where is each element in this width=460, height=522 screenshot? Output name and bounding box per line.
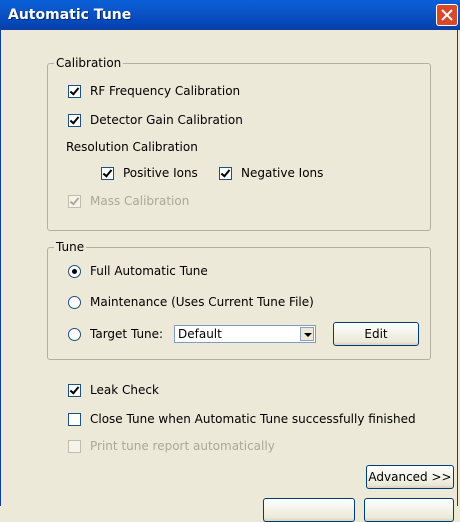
detector-gain-checkbox[interactable]: Detector Gain Calibration [68,111,243,129]
title-bar: Automatic Tune [0,0,460,30]
positive-ions-checkbox-box[interactable] [101,166,114,180]
resolution-calibration-text: Resolution Calibration [66,140,198,154]
rf-frequency-checkbox[interactable]: RF Frequency Calibration [68,82,240,100]
close-tune-checkbox-box[interactable] [68,412,81,426]
mass-calibration-label: Mass Calibration [90,194,190,208]
mass-calibration-checkbox[interactable]: Mass Calibration [68,192,189,210]
leak-check-checkbox-box[interactable] [68,383,81,397]
cancel-button[interactable] [364,498,454,522]
target-tune-radio[interactable]: Target Tune: [68,325,163,343]
leak-check-checkbox[interactable]: Leak Check [68,381,159,399]
full-automatic-label: Full Automatic Tune [90,264,208,278]
maintenance-label: Maintenance (Uses Current Tune File) [90,295,314,309]
tune-legend: Tune [54,240,87,254]
print-report-checkbox[interactable]: Print tune report automatically [68,437,275,455]
print-report-checkbox-box[interactable] [68,439,81,453]
maintenance-radio[interactable]: Maintenance (Uses Current Tune File) [68,293,314,311]
full-automatic-radio[interactable]: Full Automatic Tune [68,262,208,280]
target-tune-select-value: Default [178,327,222,341]
target-tune-radio-dot[interactable] [68,327,81,341]
rf-frequency-label: RF Frequency Calibration [90,84,241,98]
mass-calibration-checkbox-box[interactable] [68,194,81,208]
window-title: Automatic Tune [8,7,132,23]
full-automatic-radio-dot[interactable] [68,264,81,278]
print-report-label: Print tune report automatically [90,439,275,453]
edit-button[interactable]: Edit [333,322,419,346]
leak-check-label: Leak Check [90,383,159,397]
negative-ions-checkbox[interactable]: Negative Ions [219,164,323,182]
positive-ions-label: Positive Ions [123,166,198,180]
close-tune-checkbox[interactable]: Close Tune when Automatic Tune successfu… [68,410,416,428]
detector-gain-label: Detector Gain Calibration [90,113,243,127]
close-button[interactable] [436,4,458,26]
target-tune-label: Target Tune: [90,327,164,341]
negative-ions-label: Negative Ions [241,166,324,180]
negative-ions-checkbox-box[interactable] [219,166,232,180]
calibration-legend: Calibration [54,56,124,70]
positive-ions-checkbox[interactable]: Positive Ions [101,164,198,182]
target-tune-select[interactable]: Default [174,325,316,343]
close-tune-label: Close Tune when Automatic Tune successfu… [90,412,416,426]
chevron-down-icon[interactable] [300,327,314,341]
resolution-calibration-label: Resolution Calibration [66,138,198,156]
detector-gain-checkbox-box[interactable] [68,113,81,127]
advanced-button[interactable]: Advanced >> [366,465,454,489]
rf-frequency-checkbox-box[interactable] [68,84,81,98]
ok-button[interactable] [263,498,355,522]
maintenance-radio-dot[interactable] [68,295,81,309]
